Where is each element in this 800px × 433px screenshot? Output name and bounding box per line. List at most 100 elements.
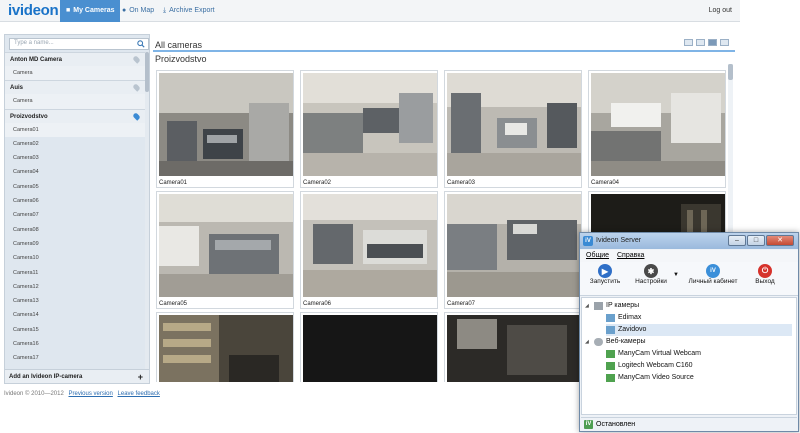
- list-item[interactable]: Camera07: [5, 208, 147, 222]
- minimize-button[interactable]: –: [728, 235, 746, 246]
- list-item[interactable]: Camera: [5, 66, 147, 81]
- list-item[interactable]: Camera11: [5, 266, 147, 280]
- list-item[interactable]: Camera03: [5, 151, 147, 165]
- webcam-icon: [606, 362, 615, 370]
- settings-button[interactable]: ✱ Настройки: [630, 264, 672, 285]
- camera-thumbnail[interactable]: [159, 194, 293, 297]
- view-grid-large-icon[interactable]: [684, 39, 693, 46]
- menu-general[interactable]: Общие: [586, 252, 609, 259]
- tree-label: Logitech Webcam C160: [618, 362, 693, 369]
- camera-thumbnail[interactable]: [303, 315, 437, 382]
- tree-item-edimax[interactable]: Edimax: [606, 312, 641, 324]
- list-item[interactable]: Camera05: [5, 180, 147, 194]
- tab-archive-export[interactable]: ⤓ Archive Export: [157, 0, 221, 22]
- menu-bar: Общие Справка: [580, 250, 798, 262]
- list-item[interactable]: Camera14: [5, 308, 147, 322]
- window-titlebar[interactable]: iV Ivideon Server – □ ✕: [580, 233, 798, 249]
- tab-my-cameras[interactable]: ■ My Cameras: [60, 0, 121, 22]
- list-item[interactable]: Camera: [5, 94, 147, 109]
- ivideon-logo[interactable]: ivideon: [8, 2, 59, 19]
- list-item[interactable]: Camera01: [5, 122, 147, 137]
- camera-thumbnail[interactable]: [159, 315, 293, 382]
- camera-tile[interactable]: Camera01: [156, 70, 294, 188]
- camera-thumbnail[interactable]: [447, 194, 581, 297]
- camera-thumbnail[interactable]: [303, 194, 437, 297]
- status-bar: iV Остановлен: [581, 417, 797, 430]
- list-item[interactable]: Camera16: [5, 337, 147, 351]
- webcam-icon: [606, 374, 615, 382]
- map-pin-icon[interactable]: [132, 83, 141, 93]
- personal-account-button[interactable]: iV Личный кабинет: [682, 264, 744, 285]
- group-auis[interactable]: Auis: [5, 80, 147, 95]
- tree-item-logitech[interactable]: Logitech Webcam C160: [606, 360, 693, 372]
- camera-tile[interactable]: Camera05: [156, 191, 294, 309]
- camera-thumbnail[interactable]: [447, 73, 581, 176]
- search-icon[interactable]: [137, 39, 145, 49]
- tree-item-manycam-source[interactable]: ManyCam Video Source: [606, 372, 694, 384]
- scrollbar-thumb[interactable]: [145, 52, 149, 92]
- list-item[interactable]: Camera13: [5, 294, 147, 308]
- exit-button[interactable]: ⏻ Выход: [748, 264, 782, 285]
- play-icon: ▶: [598, 264, 612, 278]
- leave-feedback-link[interactable]: Leave feedback: [118, 391, 160, 397]
- previous-version-link[interactable]: Previous version: [68, 391, 112, 397]
- maximize-button[interactable]: □: [747, 235, 765, 246]
- group-anton-md-camera[interactable]: Anton MD Camera: [5, 52, 147, 66]
- tree-item-ip-cameras[interactable]: ◢ IP камеры: [585, 300, 639, 312]
- list-item[interactable]: Camera06: [5, 194, 147, 208]
- tree-item-manycam-virtual[interactable]: ManyCam Virtual Webcam: [606, 348, 701, 360]
- camera-tile[interactable]: [444, 312, 582, 382]
- camera-thumbnail[interactable]: [159, 73, 293, 176]
- camera-tile[interactable]: Camera04: [588, 70, 726, 188]
- menu-help[interactable]: Справка: [617, 252, 644, 259]
- view-grid-small-icon[interactable]: [708, 39, 717, 46]
- search-input[interactable]: Type a name...: [9, 38, 149, 50]
- tree-item-web-cameras[interactable]: ◢ Веб-камеры: [585, 336, 646, 348]
- camera-list: Anton MD Camera Camera Auis Camera Proiz…: [5, 52, 147, 370]
- tree-label: ManyCam Video Source: [618, 374, 694, 381]
- collapse-icon[interactable]: ◢: [585, 300, 591, 312]
- start-button[interactable]: ▶ Запустить: [586, 264, 624, 285]
- camera-label: Camera02: [303, 180, 332, 186]
- list-item[interactable]: Camera09: [5, 237, 147, 251]
- tree-label: ManyCam Virtual Webcam: [618, 350, 701, 357]
- logout-link[interactable]: Log out: [709, 0, 732, 22]
- list-item[interactable]: Camera10: [5, 251, 147, 265]
- divider: [153, 50, 735, 52]
- camera-thumbnail[interactable]: [591, 73, 725, 176]
- close-button[interactable]: ✕: [766, 235, 794, 246]
- list-item[interactable]: Camera02: [5, 137, 147, 151]
- camera-tile[interactable]: Camera06: [300, 191, 438, 309]
- camera-tile[interactable]: [156, 312, 294, 382]
- sidebar-scrollbar[interactable]: [145, 52, 149, 370]
- settings-dropdown-chevron-icon[interactable]: ▼: [672, 272, 680, 278]
- list-item[interactable]: Camera04: [5, 165, 147, 179]
- group-proizvodstvo[interactable]: Proizvodstvo: [5, 108, 147, 123]
- camera-tile[interactable]: Camera02: [300, 70, 438, 188]
- ivideon-page: ivideon ■ My Cameras ● On Map ⤓ Archive …: [0, 0, 800, 433]
- map-pin-icon[interactable]: [132, 111, 141, 121]
- app-icon: iV: [583, 236, 593, 246]
- list-item[interactable]: Camera17: [5, 351, 147, 365]
- tab-on-map[interactable]: ● On Map: [116, 0, 160, 22]
- map-pin-icon[interactable]: [132, 55, 141, 64]
- tree-item-zavidovo[interactable]: Zavidovo: [606, 324, 792, 336]
- add-camera-button[interactable]: Add an Ivideon IP-camera +: [5, 369, 149, 383]
- camera-tile[interactable]: [300, 312, 438, 382]
- webcam-icon: [606, 350, 615, 358]
- collapse-icon[interactable]: ◢: [585, 336, 591, 348]
- group-name: Auis: [10, 85, 24, 92]
- list-item[interactable]: Camera12: [5, 280, 147, 294]
- view-list-icon[interactable]: [720, 39, 729, 46]
- camera-tile[interactable]: Camera03: [444, 70, 582, 188]
- camera-thumbnail[interactable]: [303, 73, 437, 176]
- window-title: Ivideon Server: [596, 237, 642, 244]
- camera-icon: ■: [66, 7, 71, 14]
- view-grid-medium-icon[interactable]: [696, 39, 705, 46]
- ip-camera-icon: [606, 314, 615, 322]
- camera-thumbnail[interactable]: [447, 315, 581, 382]
- camera-tile[interactable]: Camera07: [444, 191, 582, 309]
- list-item[interactable]: Camera08: [5, 223, 147, 237]
- list-item[interactable]: Camera15: [5, 323, 147, 337]
- camera-label: Camera05: [159, 301, 188, 307]
